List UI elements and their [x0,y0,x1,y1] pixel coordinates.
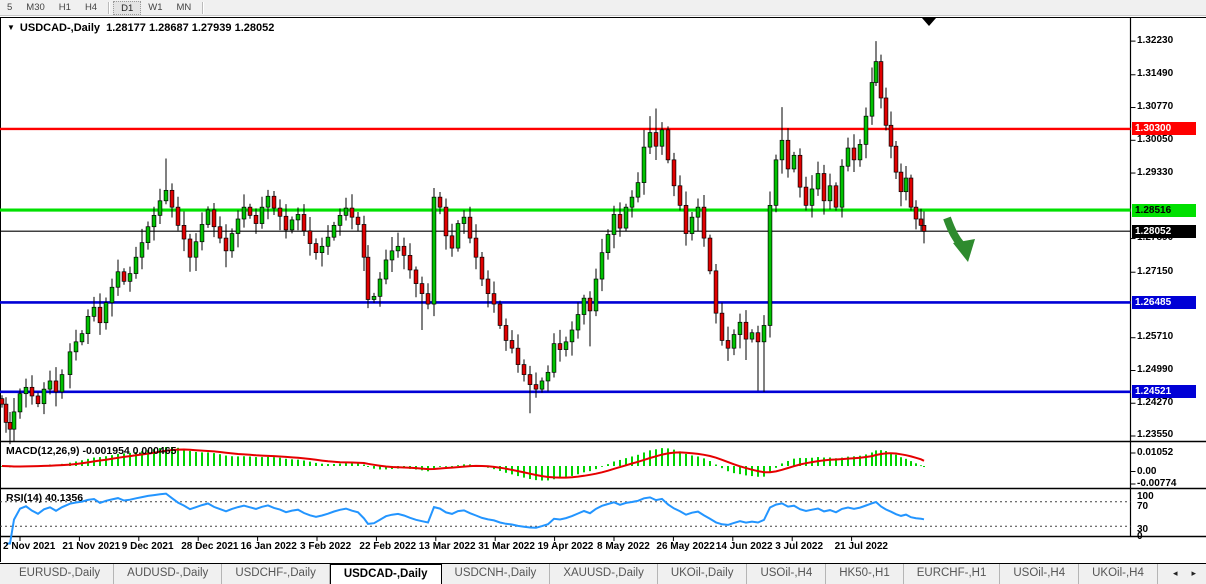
chart-ohlc-values: 1.28177 1.28687 1.27939 1.28052 [106,22,274,34]
timeframe-button-d1[interactable]: D1 [113,1,141,15]
tab-ukoil-daily[interactable]: UKOil-,Daily [658,564,748,584]
tab-usoil-h4[interactable]: USOil-,H4 [1000,564,1079,584]
price-badge-1.26485: 1.26485 [1132,296,1196,309]
chart-tab-bar: EURUSD-,DailyAUDUSD-,DailyUSDCHF-,DailyU… [0,563,1206,584]
date-label-8: 31 Mar 2022 [478,541,535,552]
rsi-value: 40.1356 [45,492,83,504]
price-tick-1.23550: 1.23550 [1137,429,1173,440]
date-label-3: 28 Dec 2021 [181,541,238,552]
date-label-14: 21 Jul 2022 [835,541,888,552]
price-badge-1.28516: 1.28516 [1132,204,1196,217]
macd-axis--0.00774: -0.00774 [1137,478,1176,489]
rsi-axis-100: 100 [1137,491,1154,502]
tab-usdcnh-daily[interactable]: USDCNH-,Daily [442,564,551,584]
price-tick-1.30050: 1.30050 [1137,134,1173,145]
tab-xauusd-daily[interactable]: XAUUSD-,Daily [550,564,658,584]
chart-symbol-label: USDCAD-,Daily [20,22,100,34]
tab-scroll-left-icon[interactable]: ◂ [1173,568,1178,579]
date-label-6: 22 Feb 2022 [359,541,416,552]
tab-audusd-daily[interactable]: AUDUSD-,Daily [114,564,222,584]
macd-axis-0.01052: 0.01052 [1137,447,1173,458]
tab-scroll-controls: ◂ ▸ [1165,564,1204,583]
date-label-1: 21 Nov 2021 [62,541,120,552]
down-arrow-annotation-head [953,239,975,262]
price-badge-1.30300: 1.30300 [1132,122,1196,135]
candlesticks [0,41,926,444]
price-tick-1.24270: 1.24270 [1137,397,1173,408]
date-label-4: 16 Jan 2022 [241,541,297,552]
date-label-12: 14 Jun 2022 [716,541,773,552]
tab-usoil-h4[interactable]: USOil-,H4 [747,564,826,584]
timeframe-toolbar: 5M30H1H4 D1W1MN [0,0,1206,16]
timeframe-button-5[interactable]: 5 [0,1,19,15]
macd-indicator-label: MACD(12,26,9) -0.001954 0.000465 [6,445,176,457]
symbol-dropdown-icon[interactable]: ▼ [7,23,15,32]
tab-eurusd-daily[interactable]: EURUSD-,Daily [6,564,114,584]
date-label-10: 8 May 2022 [597,541,650,552]
date-label-0: 2 Nov 2021 [3,541,55,552]
price-tick-1.27150: 1.27150 [1137,266,1173,277]
price-tick-1.24990: 1.24990 [1137,364,1173,375]
scroll-position-marker-icon[interactable] [922,18,936,26]
date-label-7: 13 Mar 2022 [419,541,476,552]
toolbar-separator [108,2,109,14]
horizontal-level-lines [0,129,1131,392]
timeframe-button-w1[interactable]: W1 [141,1,169,15]
chart-window: ▼ USDCAD-,Daily 1.28177 1.28687 1.27939 1… [0,17,1206,563]
tab-usdchf-daily[interactable]: USDCHF-,Daily [222,564,330,584]
price-tick-1.31490: 1.31490 [1137,68,1173,79]
date-label-11: 26 May 2022 [656,541,714,552]
date-label-2: 9 Dec 2021 [122,541,174,552]
timeframe-button-mn[interactable]: MN [170,1,199,15]
price-tick-1.32230: 1.32230 [1137,35,1173,46]
tab-scroll-right-icon[interactable]: ▸ [1191,568,1196,579]
rsi-axis-70: 70 [1137,501,1148,512]
timeframe-button-h1[interactable]: H1 [52,1,78,15]
toolbar-separator [202,2,203,14]
tab-usdcad-daily[interactable]: USDCAD-,Daily [330,563,442,584]
date-label-9: 19 Apr 2022 [538,541,594,552]
chart-title: ▼ USDCAD-,Daily 1.28177 1.28687 1.27939 1… [7,22,274,34]
tab-hk50-h1[interactable]: HK50-,H1 [826,564,904,584]
price-badge-1.28052: 1.28052 [1132,225,1196,238]
price-tick-1.30770: 1.30770 [1137,101,1173,112]
price-badge-1.24521: 1.24521 [1132,385,1196,398]
price-tick-1.29330: 1.29330 [1137,167,1173,178]
tab-eurchf-h1[interactable]: EURCHF-,H1 [904,564,1001,584]
date-label-5: 3 Feb 2022 [300,541,351,552]
macd-values: -0.001954 0.000465 [82,445,176,457]
trading-terminal: 5M30H1H4 D1W1MN ▼ USDCAD-,Daily 1.28177 1.… [0,0,1206,584]
timeframe-button-m30[interactable]: M30 [19,1,51,15]
timeframe-button-h4[interactable]: H4 [78,1,104,15]
price-tick-1.25710: 1.25710 [1137,331,1173,342]
tab-ukoil-h4[interactable]: UKOil-,H4 [1079,564,1158,584]
date-label-13: 3 Jul 2022 [775,541,823,552]
rsi-axis-0: 0 [1137,531,1143,542]
chart-canvas[interactable] [0,17,1206,563]
rsi-indicator-label: RSI(14) 40.1356 [6,492,83,504]
macd-axis-0.00: 0.00 [1137,466,1156,477]
